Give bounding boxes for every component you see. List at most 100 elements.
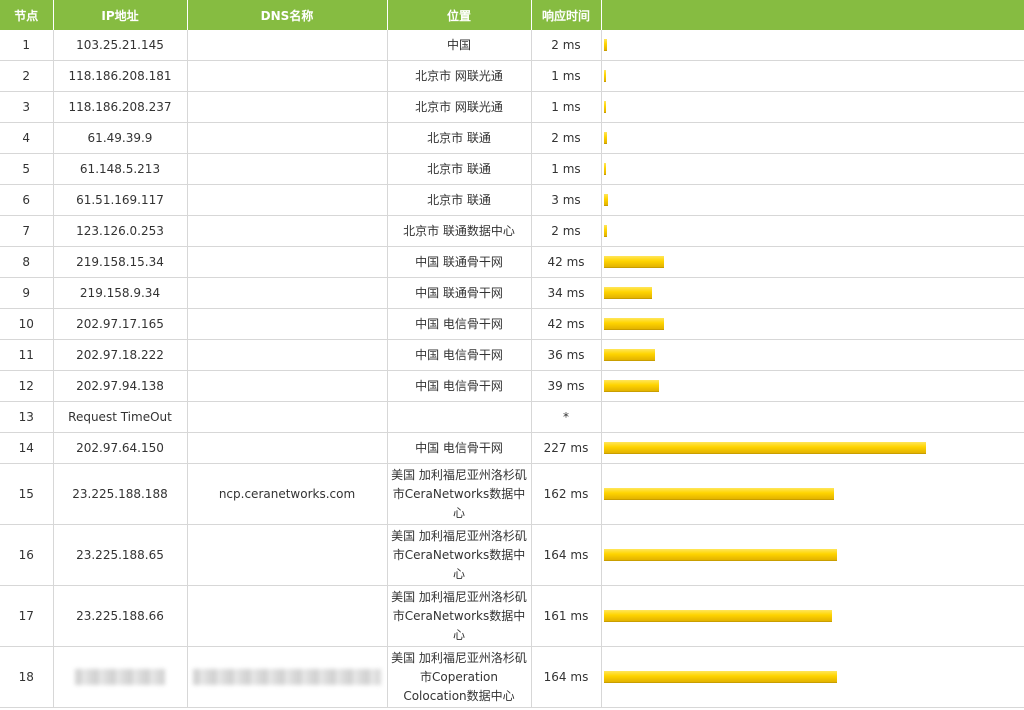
table-row: 16 23.225.188.65 美国 加利福尼亚州洛杉矶市CeraNetworks… [0,524,1024,586]
location-cell: 中国 [387,30,532,61]
dns-cell: ncp.ceranetworks.com [187,463,388,525]
latency-bar [603,488,834,500]
latency-bar [603,70,606,82]
ip-cell: 23.225.188.188 [53,463,188,525]
node-cell: 6 [0,184,54,216]
node-cell: 13 [0,401,54,433]
latency-bar-cell [601,277,1024,309]
dns-cell [187,30,388,61]
response-time-cell: 2 ms [531,215,602,247]
response-time-cell: 2 ms [531,30,602,61]
latency-bar [603,671,837,683]
response-time-cell: 1 ms [531,60,602,92]
node-cell: 14 [0,432,54,464]
latency-bar [603,194,608,206]
node-cell: 3 [0,91,54,123]
latency-bar-cell [601,153,1024,185]
location-cell: 中国 联通骨干网 [387,277,532,309]
dns-cell [187,60,388,92]
dns-cell [187,277,388,309]
response-time-cell: 3 ms [531,184,602,216]
ip-cell: 202.97.94.138 [53,370,188,402]
ip-cell: 219.158.15.34 [53,246,188,278]
location-cell: 北京市 网联光通 [387,91,532,123]
latency-bar-cell [601,339,1024,371]
node-cell: 18 [0,646,54,708]
table-row: 7 123.126.0.253 北京市 联通数据中心 2 ms [0,215,1024,247]
node-cell: 9 [0,277,54,309]
response-time-cell: 34 ms [531,277,602,309]
dns-cell [187,370,388,402]
ip-cell: 202.97.17.165 [53,308,188,340]
table-header-row: 节点 IP地址 DNS名称 位置 响应时间 [0,0,1024,30]
dns-cell [187,153,388,185]
redacted-dns [193,669,381,685]
location-cell: 中国 电信骨干网 [387,432,532,464]
response-time-cell: 1 ms [531,153,602,185]
ip-cell: 103.25.21.145 [53,30,188,61]
ip-cell: 202.97.18.222 [53,339,188,371]
latency-bar-cell [601,370,1024,402]
ip-cell: Request TimeOut [53,401,188,433]
latency-bar [603,610,832,622]
latency-bar [603,163,606,175]
table-row: 2 118.186.208.181 北京市 网联光通 1 ms [0,60,1024,92]
node-cell: 5 [0,153,54,185]
ip-cell: 118.186.208.237 [53,91,188,123]
header-dns[interactable]: DNS名称 [187,0,388,30]
response-time-cell: 227 ms [531,432,602,464]
table-row: 9 219.158.9.34 中国 联通骨干网 34 ms [0,277,1024,309]
header-response-time[interactable]: 响应时间 [531,0,602,30]
ip-cell: 23.225.188.66 [53,585,188,647]
latency-bar [603,349,655,361]
table-row: 17 23.225.188.66 美国 加利福尼亚州洛杉矶市CeraNetworks… [0,585,1024,647]
latency-bar [603,225,607,237]
latency-bar [603,380,659,392]
node-cell: 16 [0,524,54,586]
table-row: 3 118.186.208.237 北京市 网联光通 1 ms [0,91,1024,123]
ip-cell: 118.186.208.181 [53,60,188,92]
latency-bar-cell [601,184,1024,216]
traceroute-table: 节点 IP地址 DNS名称 位置 响应时间 1 103.25.21.145 中国 2 … [0,0,1024,708]
node-cell: 8 [0,246,54,278]
response-time-cell: 2 ms [531,122,602,154]
node-cell: 10 [0,308,54,340]
location-cell: 中国 电信骨干网 [387,308,532,340]
redacted-ip [75,669,165,685]
latency-bar [603,287,652,299]
dns-cell [187,91,388,123]
header-ip[interactable]: IP地址 [53,0,188,30]
latency-bar-cell [601,308,1024,340]
location-cell: 美国 加利福尼亚州洛杉矶市CeraNetworks数据中心 [387,585,532,647]
location-cell: 北京市 联通 [387,122,532,154]
location-cell: 美国 加利福尼亚州洛杉矶市CeraNetworks数据中心 [387,524,532,586]
location-cell [387,401,532,433]
latency-bar [603,318,664,330]
dns-cell [187,184,388,216]
table-row: 14 202.97.64.150 中国 电信骨干网 227 ms [0,432,1024,464]
ip-cell [53,646,188,708]
ip-cell: 123.126.0.253 [53,215,188,247]
location-cell: 美国 加利福尼亚州洛杉矶市Coperation Colocation数据中心 [387,646,532,708]
dns-cell [187,432,388,464]
header-node[interactable]: 节点 [0,0,54,30]
response-time-cell: 39 ms [531,370,602,402]
latency-bar-cell [601,215,1024,247]
table-row: 1 103.25.21.145 中国 2 ms [0,30,1024,61]
header-location[interactable]: 位置 [387,0,532,30]
location-cell: 北京市 网联光通 [387,60,532,92]
response-time-cell: 161 ms [531,585,602,647]
response-time-cell: 36 ms [531,339,602,371]
latency-bar-cell [601,585,1024,647]
node-cell: 11 [0,339,54,371]
location-cell: 中国 联通骨干网 [387,246,532,278]
latency-bar-cell [601,524,1024,586]
latency-bar-cell [601,60,1024,92]
latency-bar [603,132,607,144]
response-time-cell: 42 ms [531,246,602,278]
response-time-cell: * [531,401,602,433]
ip-cell: 61.51.169.117 [53,184,188,216]
dns-cell [187,122,388,154]
dns-cell [187,585,388,647]
latency-bar-cell [601,91,1024,123]
